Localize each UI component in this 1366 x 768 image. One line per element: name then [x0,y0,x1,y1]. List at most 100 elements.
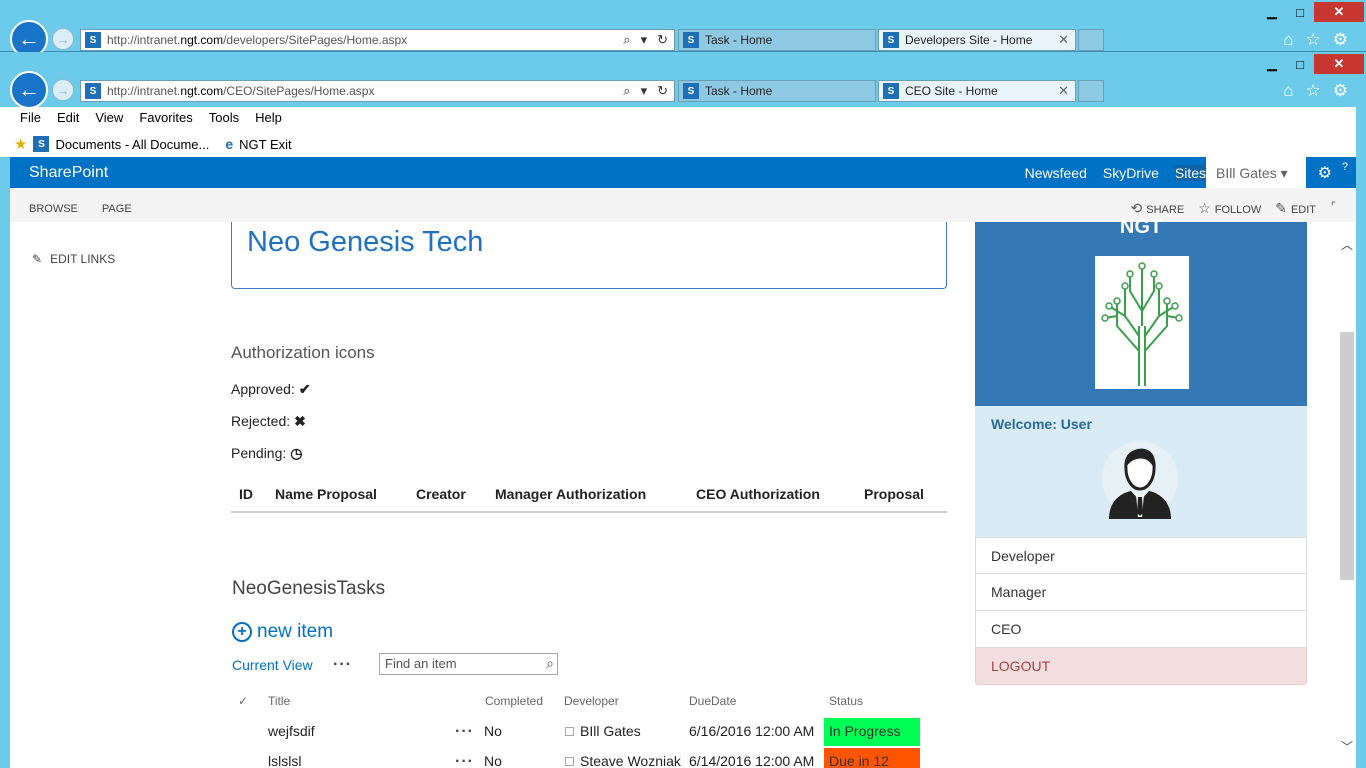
panel-header: NGT [975,216,1307,406]
header-completed[interactable]: Completed [485,694,543,708]
current-view-link[interactable]: Current View [232,657,313,673]
ie-icon: e [225,136,234,152]
favorites-star-icon[interactable]: ☆ [1306,81,1321,101]
menu-edit[interactable]: Edit [57,110,79,125]
tasks-heading[interactable]: NeoGenesisTasks [232,578,385,600]
menu-favorites[interactable]: Favorites [139,110,192,125]
search-input[interactable]: Find an item ⌕ [379,653,558,675]
tab-page[interactable]: PAGE [102,203,132,215]
edit-button[interactable]: ✎ EDIT [1275,200,1316,217]
user-panel: NGT Welcome: User Developer Manager CEO … [975,216,1307,685]
col-ceo-authorization[interactable]: CEO Authorization [696,486,820,502]
favorites-bar: ★ S Documents - All Docume... e NGT Exit [14,135,292,153]
chevron-down-icon: ▾ [1280,165,1288,181]
menu-help[interactable]: Help [255,110,282,125]
search-icon[interactable]: ⌕ [546,655,554,672]
settings-gear-icon[interactable]: ⚙ [1318,163,1332,183]
sharepoint-favicon-icon: S [85,83,101,99]
col-id[interactable]: ID [239,486,253,502]
user-menu[interactable]: BIll Gates ▾ [1206,157,1306,188]
dropdown-icon[interactable]: ▾ [641,83,648,99]
refresh-icon[interactable]: ↻ [657,83,668,99]
legend-pending: Pending: ◷ [231,445,303,461]
header-developer[interactable]: Developer [564,694,619,708]
forward-button[interactable]: → [52,79,74,101]
favorites-star-icon[interactable]: ☆ [1306,30,1321,50]
tab-developers-site[interactable]: S Developers Site - Home ✕ [878,29,1076,51]
follow-button[interactable]: ☆ FOLLOW [1198,200,1261,217]
settings-gear-icon[interactable]: ⚙ [1333,81,1348,101]
edit-links-button[interactable]: ✎ EDIT LINKS [32,252,115,266]
header-status[interactable]: Status [829,694,863,708]
link-skydrive[interactable]: SkyDrive [1103,165,1159,181]
close-window-button[interactable]: ✕ [1314,2,1364,22]
item-menu-ellipsis-icon[interactable]: ··· [455,753,474,768]
scroll-down-icon[interactable]: ﹀ [1341,738,1353,755]
close-tab-icon[interactable]: ✕ [1058,83,1069,99]
sharepoint-favicon-icon: S [33,136,50,152]
minimize-button[interactable]: ▁ [1258,54,1286,74]
close-tab-icon[interactable]: ✕ [1058,32,1069,48]
search-icon[interactable]: ⌕ [623,32,630,48]
header-title[interactable]: Title [268,694,290,708]
settings-gear-icon[interactable]: ⚙ [1333,30,1348,50]
address-bar[interactable]: S http://intranet.ngt.com/developers/Sit… [80,29,675,51]
panel-link-manager[interactable]: Manager [975,574,1307,611]
col-proposal[interactable]: Proposal [864,486,924,502]
status-badge: Due in 12 [824,748,920,768]
item-menu-ellipsis-icon[interactable]: ··· [455,723,474,741]
task-developer[interactable]: Steave Wozniak [565,753,681,768]
tab-task-home[interactable]: S Task - Home [678,29,876,51]
task-developer[interactable]: BIll Gates [565,723,641,739]
window-frame-right [1356,107,1366,768]
col-creator[interactable]: Creator [416,486,466,502]
header-duedate[interactable]: DueDate [689,694,736,708]
new-item-button[interactable]: + new item [232,621,333,643]
new-tab-button[interactable] [1078,80,1104,102]
dropdown-icon[interactable]: ▾ [641,32,648,48]
help-icon[interactable]: ? [1342,161,1348,173]
scrollbar-thumb[interactable] [1340,332,1354,580]
tab-task-home[interactable]: S Task - Home [678,80,876,102]
close-window-button[interactable]: ✕ [1314,54,1364,74]
home-icon[interactable]: ⌂ [1283,30,1293,50]
forward-button[interactable]: → [52,28,74,50]
tab-ceo-site[interactable]: S CEO Site - Home ✕ [878,80,1076,102]
user-avatar-icon [1102,441,1178,519]
share-button[interactable]: ⟲ SHARE [1131,200,1185,217]
sharepoint-brand[interactable]: SharePoint [29,164,108,182]
col-manager-authorization[interactable]: Manager Authorization [495,486,646,502]
ribbon-actions: ⟲ SHARE ☆ FOLLOW ✎ EDIT [1131,200,1316,217]
favorite-ngt-exit[interactable]: NGT Exit [239,137,292,152]
link-newsfeed[interactable]: Newsfeed [1025,165,1087,181]
maximize-button[interactable]: □ [1286,54,1314,74]
url-text: http://intranet.ngt.com/developers/SiteP… [107,33,408,47]
tab-browse[interactable]: BROWSE [29,203,78,215]
panel-link-ceo[interactable]: CEO [975,611,1307,648]
panel-link-developer[interactable]: Developer [975,537,1307,574]
logout-button[interactable]: LOGOUT [975,648,1307,685]
refresh-icon[interactable]: ↻ [657,32,668,48]
browser-window-front: ▁ □ ✕ ← → S http://intranet.ngt.com/CEO/… [0,52,1366,109]
view-options-ellipsis-icon[interactable]: ··· [333,656,352,674]
address-bar[interactable]: S http://intranet.ngt.com/CEO/SitePages/… [80,80,675,102]
minimize-button[interactable]: ▁ [1258,2,1286,22]
task-title[interactable]: wejfsdif [268,723,315,739]
back-button[interactable]: ← [10,71,48,109]
link-sites[interactable]: Sites [1174,165,1206,181]
favorites-star-icon[interactable]: ★ [14,135,27,153]
menu-file[interactable]: File [20,110,41,125]
menu-tools[interactable]: Tools [209,110,239,125]
new-tab-button[interactable] [1078,29,1104,51]
select-all-check[interactable]: ✓ [238,694,248,708]
task-title[interactable]: lslslsl [268,753,301,768]
home-icon[interactable]: ⌂ [1283,81,1293,101]
scroll-up-icon[interactable]: ︿ [1341,236,1353,253]
search-icon[interactable]: ⌕ [623,83,630,99]
vertical-scrollbar[interactable]: ︿ ﹀ [1338,222,1356,768]
col-name-proposal[interactable]: Name Proposal [275,486,377,502]
menu-view[interactable]: View [95,110,123,125]
focus-content-icon[interactable]: ⌜ [1331,200,1336,213]
favorite-documents[interactable]: Documents - All Docume... [55,137,209,152]
maximize-button[interactable]: □ [1286,2,1314,22]
